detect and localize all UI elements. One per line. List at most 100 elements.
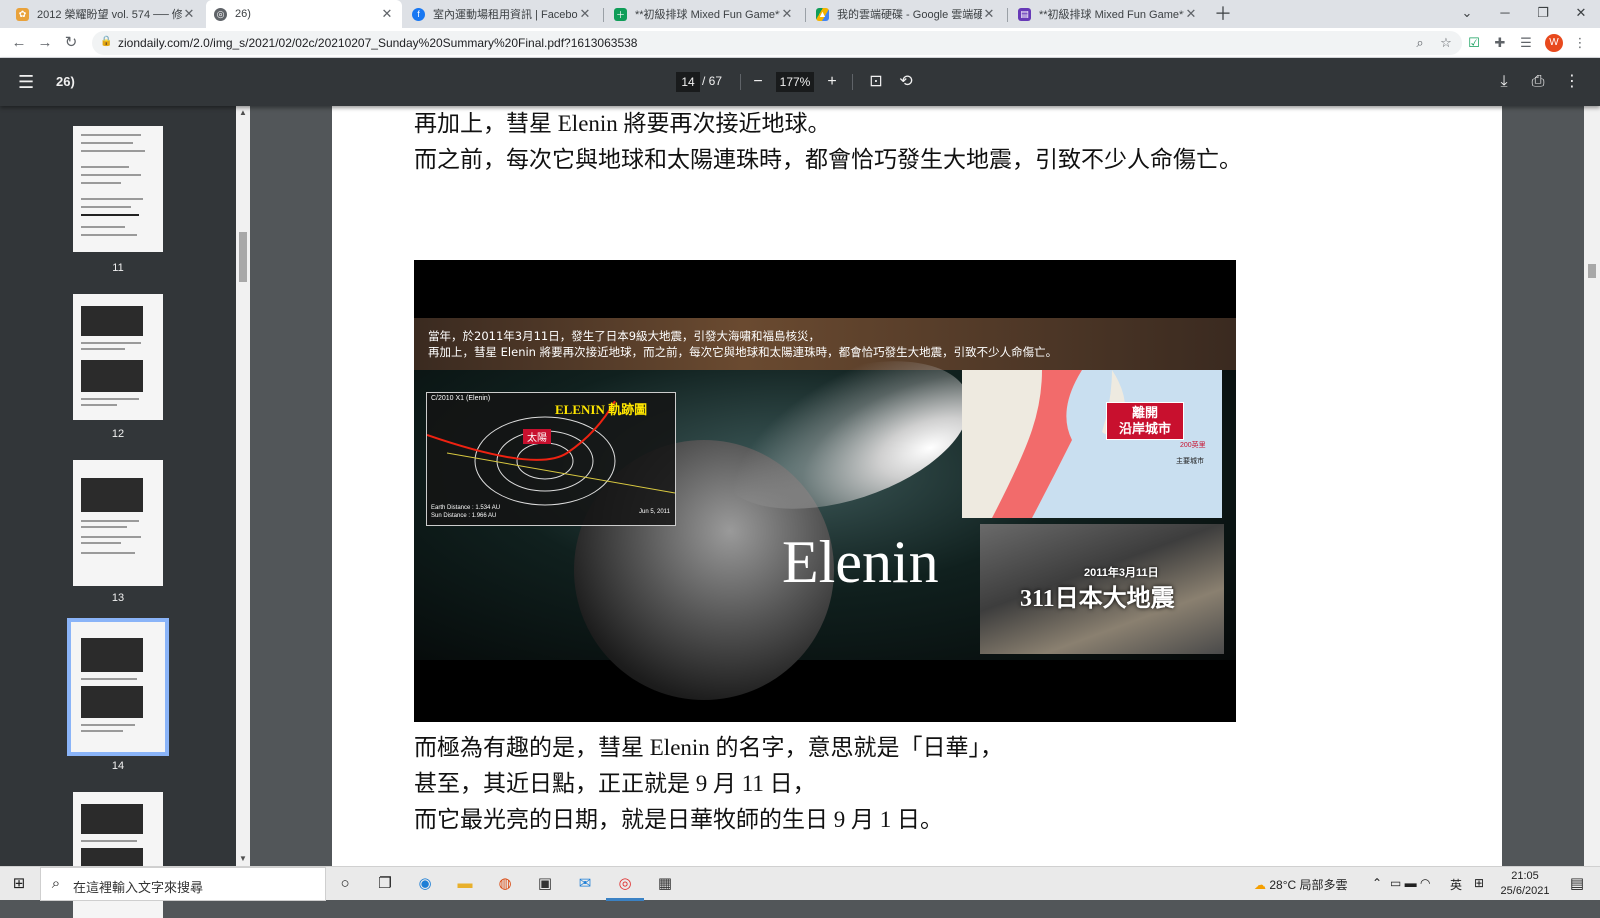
lock-icon[interactable]: 🔒 — [100, 36, 112, 48]
extension-check-icon[interactable]: ☑ — [1464, 33, 1484, 53]
thumbnail-page-11[interactable] — [73, 126, 163, 252]
reading-list-icon[interactable]: ☰ — [1516, 33, 1536, 53]
windows-taskbar: ⊞ ⌕ 在這裡輸入文字來搜尋 ○ ❐ ◉ ▬ ◍ ▣ ✉ ◎ ▦ ☁ 28°C … — [0, 866, 1600, 901]
fit-page-icon[interactable]: ⊡ — [866, 72, 886, 92]
keyboard-icon[interactable]: ⊞ — [1474, 876, 1484, 890]
address-bar[interactable]: 🔒 ziondaily.com/2.0/img_s/2021/02/02c/20… — [92, 31, 1462, 55]
sheets-icon: ＋ — [614, 7, 627, 21]
pdf-toolbar: ☰ 26) 14 / 67 − 177% + ⊡ ⟲ ⤓ ⎙ ⋮ — [0, 58, 1600, 106]
url-text[interactable]: ziondaily.com/2.0/img_s/2021/02/02c/2021… — [118, 36, 637, 50]
hamburger-menu-icon[interactable]: ☰ — [18, 72, 38, 92]
elenin-title: Elenin — [782, 529, 939, 595]
tab-0[interactable]: ✿ 2012 榮耀盼望 vol. 574 ── 修補 ✕ — [8, 0, 204, 28]
scroll-down-icon[interactable]: ▼ — [236, 854, 250, 863]
back-icon[interactable]: ← — [8, 32, 30, 54]
close-icon[interactable]: ✕ — [780, 6, 794, 22]
zoom-out-button[interactable]: − — [748, 72, 768, 92]
scroll-thumb[interactable] — [1588, 264, 1596, 278]
close-icon[interactable]: ✕ — [982, 6, 996, 22]
forward-icon[interactable]: → — [34, 32, 56, 54]
search-placeholder[interactable]: 在這裡輸入文字來搜尋 — [73, 877, 203, 896]
minimize-button[interactable]: ─ — [1486, 0, 1524, 28]
taskbar-search[interactable]: ⌕ 在這裡輸入文字來搜尋 — [40, 867, 326, 901]
thumbnail-label: 11 — [112, 262, 124, 274]
swirl-icon: ✿ — [16, 7, 29, 21]
windows-start-icon[interactable]: ⊞ — [8, 873, 30, 895]
zoom-in-button[interactable]: + — [822, 72, 842, 92]
main-scrollbar[interactable] — [1584, 106, 1600, 866]
mail-icon[interactable]: ✉ — [574, 873, 596, 895]
tab-search-icon[interactable]: ⌄ — [1448, 0, 1486, 28]
paragraph-line: 而極為有趣的是，彗星 Elenin 的名字，意思就是「日華」， — [414, 735, 1004, 760]
reload-icon[interactable]: ↻ — [60, 32, 82, 54]
chrome-canary-icon[interactable]: ◍ — [494, 873, 516, 895]
page-number-input[interactable]: 14 — [676, 72, 700, 92]
orbit-date: Jun 5, 2011 — [639, 509, 670, 515]
thumbnail-label: 13 — [111, 592, 125, 604]
new-tab-button[interactable]: ＋ — [1212, 3, 1234, 25]
download-icon[interactable]: ⤓ — [1494, 72, 1514, 92]
file-explorer-icon[interactable]: ▬ — [454, 873, 476, 895]
weather-icon: ☁ — [1254, 878, 1266, 892]
more-options-icon[interactable]: ⋮ — [1562, 72, 1582, 92]
clock-time: 21:05 — [1511, 870, 1539, 882]
orbit-label: C/2010 X1 (Elenin) — [431, 395, 491, 402]
store-icon[interactable]: ▣ — [534, 873, 556, 895]
tab-5[interactable]: ▤ **初級排球 Mixed Fun Game** - ✕ — [1010, 0, 1206, 28]
tab-title: 我的雲端硬碟 - Google 雲端硬碟 — [837, 9, 982, 21]
thumbnail-page-12[interactable] — [73, 294, 163, 420]
paragraph-line: 再加上，彗星 Elenin 將要再次接近地球。 — [414, 111, 831, 136]
orbit-earth-distance: Earth Distance : 1.534 AU — [431, 505, 501, 511]
browser-menu-icon[interactable]: ⋮ — [1570, 33, 1590, 53]
task-view-icon[interactable]: ❐ — [374, 873, 396, 895]
tab-separator — [603, 8, 604, 22]
paragraph-line: 而它最光亮的日期，就是日華牧師的生日 9 月 1 日。 — [414, 807, 943, 832]
thumbnail-page-13[interactable] — [73, 460, 163, 586]
thumbnail-page-14[interactable] — [67, 618, 169, 756]
map-sign-line: 離開 — [1131, 405, 1158, 420]
tray-icons[interactable]: ▭ ▬ ◠ — [1390, 876, 1430, 890]
rotate-icon[interactable]: ⟲ — [896, 72, 916, 92]
pdf-viewer: 再加上，彗星 Elenin 將要再次接近地球。 而之前，每次它與地球和太陽連珠時… — [250, 106, 1584, 866]
tab-2[interactable]: f 室內運動場租用資訊 | Facebook ✕ — [404, 0, 600, 28]
bookmark-star-icon[interactable]: ☆ — [1436, 33, 1456, 53]
sidebar-scrollbar[interactable]: ▲ ▼ — [236, 106, 250, 866]
banner-text: 當年，於2011年3月11日，發生了日本9級大地震，引發大海嘯和福島核災， — [428, 329, 821, 343]
notification-icon[interactable]: ▤ — [1566, 873, 1588, 895]
scroll-thumb[interactable] — [239, 232, 247, 282]
close-icon[interactable]: ✕ — [578, 6, 592, 22]
ime-indicator[interactable]: 英 — [1450, 876, 1462, 893]
facebook-icon: f — [412, 7, 425, 21]
clock[interactable]: 21:05 25/6/2021 — [1500, 869, 1550, 899]
map-sign: 離開 沿岸城市 — [1106, 402, 1184, 440]
restore-button[interactable]: ❐ — [1524, 0, 1562, 28]
close-icon[interactable]: ✕ — [1184, 6, 1198, 22]
close-icon[interactable]: ✕ — [182, 6, 196, 22]
map-scale: 200英里 — [1180, 442, 1206, 449]
chrome-icon[interactable]: ◎ — [614, 873, 636, 895]
scroll-up-icon[interactable]: ▲ — [236, 108, 250, 117]
forms-icon: ▤ — [1018, 7, 1031, 21]
thumbnail-label: 14 — [111, 760, 125, 772]
embedded-slide-image: 當年，於2011年3月11日，發生了日本9級大地震，引發大海嘯和福島核災， 再加… — [414, 260, 1236, 722]
extensions-puzzle-icon[interactable]: ✚ — [1490, 33, 1510, 53]
zoom-input[interactable]: 177% — [776, 72, 814, 92]
close-icon[interactable]: ✕ — [380, 6, 394, 22]
thumbnail-sidebar: 11 12 13 14 — [0, 106, 236, 918]
earthquake-photo: 2011年3月11日 311日本大地震 — [980, 524, 1224, 654]
calculator-icon[interactable]: ▦ — [654, 873, 676, 895]
orbit-sun-distance: Sun Distance : 1.966 AU — [431, 513, 497, 519]
close-window-button[interactable]: ✕ — [1562, 0, 1600, 28]
cortana-icon[interactable]: ○ — [334, 873, 356, 895]
weather-widget[interactable]: ☁ 28°C 局部多雲 — [1254, 876, 1348, 893]
tab-4[interactable]: ▲ 我的雲端硬碟 - Google 雲端硬碟 ✕ — [808, 0, 1004, 28]
profile-avatar[interactable]: W — [1545, 34, 1563, 52]
tray-chevron-icon[interactable]: ⌃ — [1372, 876, 1382, 890]
print-icon[interactable]: ⎙ — [1528, 72, 1548, 92]
zoom-icon[interactable]: ⌕ — [1410, 33, 1430, 53]
paragraph-line: 甚至，其近日點，正正就是 9 月 11 日， — [414, 771, 816, 796]
tab-1[interactable]: ◎ 26) ✕ — [206, 0, 402, 28]
tab-3[interactable]: ＋ **初級排球 Mixed Fun Game** ( ✕ — [606, 0, 802, 28]
search-icon: ⌕ — [51, 875, 61, 892]
edge-icon[interactable]: ◉ — [414, 873, 436, 895]
